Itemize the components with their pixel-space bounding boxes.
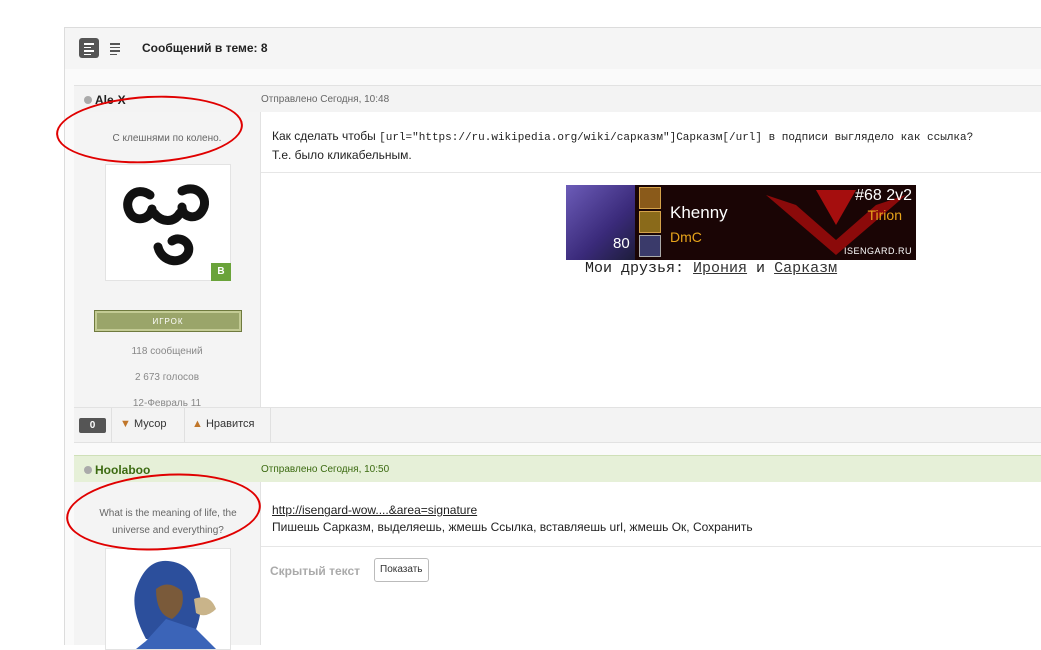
like-button[interactable]: ▲ Нравится — [192, 418, 255, 430]
show-hidden-button[interactable]: Показать — [374, 558, 429, 582]
post-author[interactable]: Ale-X — [84, 93, 126, 107]
offline-status-icon — [84, 466, 92, 474]
signature-divider — [261, 546, 1041, 547]
threaded-view-icon[interactable] — [79, 38, 99, 58]
item-icon — [639, 211, 661, 233]
friend-link[interactable]: Сарказм — [774, 260, 837, 277]
item-icon — [639, 235, 661, 257]
post-header: Ale-X Отправлено Сегодня, 10:48 — [74, 85, 1041, 113]
hidden-text-label: Скрытый текст — [270, 564, 361, 578]
author-motto: С клешнями по колено. — [112, 133, 222, 144]
message-count: 118 сообщений — [131, 346, 203, 357]
signature-friends-line: Мои друзья: Ирония и Сарказм — [585, 260, 838, 277]
topic-post-count: Сообщений в теме: 8 — [142, 41, 268, 55]
post-date: Отправлено Сегодня, 10:50 — [261, 464, 390, 475]
dislike-button[interactable]: ▼ Мусор — [120, 418, 166, 430]
vote-count: 2 673 голосов — [134, 372, 200, 383]
arena-rank: #68 2v2 — [855, 187, 912, 204]
rank-badge: B — [211, 263, 231, 281]
friend-link[interactable]: Ирония — [693, 260, 747, 277]
author-info-panel: What is the meaning of life, the univers… — [74, 482, 261, 650]
signature-link[interactable]: http://isengard-wow....&area=signature — [272, 503, 477, 517]
post-footer: 0 ▼ Мусор ▲ Нравится — [74, 407, 1041, 443]
post-body: http://isengard-wow....&area=signature П… — [261, 482, 1041, 645]
rating-counter: 0 — [79, 418, 106, 433]
character-level: 80 — [613, 235, 630, 252]
post-body: Как сделать чтобы [url="https://ru.wikip… — [261, 112, 1041, 407]
tauren-avatar-image — [134, 560, 216, 649]
group-badge: игрок — [94, 310, 242, 332]
post: Ale-X Отправлено Сегодня, 10:48 С клешня… — [74, 85, 1041, 443]
realm-name: Tirion — [867, 207, 903, 223]
signature-divider — [261, 172, 1041, 173]
character-name: Khenny — [670, 203, 728, 222]
post-author[interactable]: Hoolaboo — [84, 463, 150, 477]
avatar[interactable] — [105, 548, 231, 650]
thumbs-down-icon: ▼ — [120, 418, 131, 430]
post-message: http://isengard-wow....&area=signature П… — [272, 503, 753, 534]
offline-status-icon — [84, 96, 92, 104]
site-watermark: ISENGARD.RU — [843, 246, 912, 256]
author-motto: What is the meaning of life, the univers… — [99, 508, 237, 536]
post-date: Отправлено Сегодня, 10:48 — [261, 94, 390, 105]
item-icon — [639, 187, 661, 209]
guild-name: DmC — [670, 229, 702, 245]
post-message: Как сделать чтобы [url="https://ru.wikip… — [272, 129, 974, 162]
post: Hoolaboo Отправлено Сегодня, 10:50 What … — [74, 455, 1041, 650]
post-header: Hoolaboo Отправлено Сегодня, 10:50 — [74, 455, 1041, 483]
linear-view-icon[interactable] — [105, 38, 125, 58]
thumbs-up-icon: ▲ — [192, 418, 203, 430]
signature-banner[interactable]: 80 Khenny DmC #68 2v2 Tirion ISENGARD.RU — [566, 185, 916, 260]
topic-toolbar: Сообщений в теме: 8 — [64, 27, 1041, 71]
author-info-panel: С клешнями по колено. B игрок 118 сообще… — [74, 112, 261, 409]
avatar[interactable]: B — [105, 164, 231, 281]
